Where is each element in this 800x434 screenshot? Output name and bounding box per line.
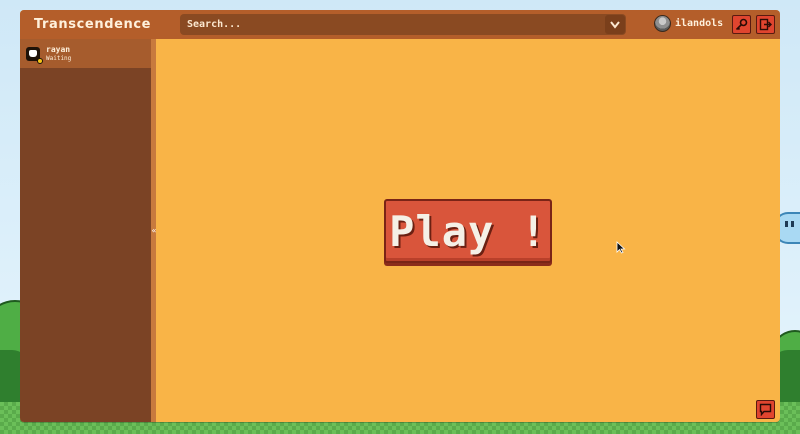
logout-button[interactable]: [756, 15, 775, 34]
play-button-label: Play !: [389, 206, 547, 256]
logout-icon: [759, 18, 772, 31]
search-input[interactable]: Search...: [187, 19, 605, 30]
chat-button[interactable]: [756, 400, 775, 419]
status-dot-icon: [37, 57, 43, 64]
user-profile[interactable]: ilandols: [654, 15, 723, 32]
username[interactable]: ilandols: [675, 18, 723, 29]
friend-name: rayan: [46, 44, 71, 54]
play-button[interactable]: Play !: [384, 199, 552, 263]
friend-status: Waiting: [46, 54, 72, 62]
search-bar[interactable]: Search...: [180, 14, 626, 35]
chevron-down-icon[interactable]: [605, 15, 625, 34]
settings-button[interactable]: [732, 15, 751, 34]
friend-avatar: [26, 46, 43, 64]
collapse-sidebar-button[interactable]: «: [150, 225, 158, 237]
app-window: Transcendence Search... ilandols rayan W…: [20, 10, 780, 422]
key-icon: [735, 18, 748, 31]
app-title[interactable]: Transcendence: [34, 17, 180, 32]
chat-bubble-icon: [759, 403, 772, 416]
friend-list-item[interactable]: rayan Waiting: [20, 39, 151, 68]
friends-sidebar: rayan Waiting: [20, 39, 151, 422]
avatar[interactable]: [654, 15, 671, 32]
mouse-cursor-icon: [616, 241, 626, 254]
